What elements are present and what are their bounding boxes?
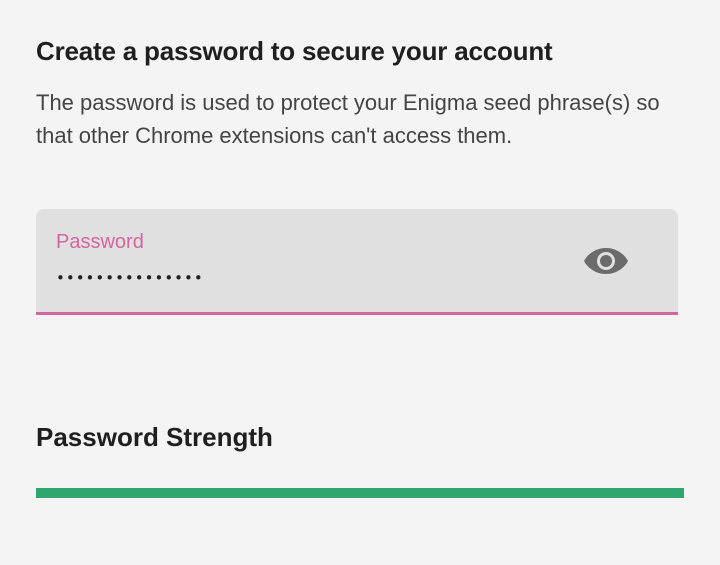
password-strength-fill [36, 488, 684, 498]
toggle-password-visibility-button[interactable] [580, 237, 632, 285]
create-password-page: Create a password to secure your account… [0, 0, 720, 565]
password-field[interactable]: Password [36, 209, 678, 315]
password-label: Password [56, 231, 144, 253]
password-strength-meter [36, 488, 684, 498]
password-input[interactable] [56, 263, 576, 293]
password-strength-heading: Password Strength [36, 422, 273, 452]
page-description: The password is used to protect your Eni… [36, 90, 660, 148]
eye-icon [584, 248, 628, 274]
page-title: Create a password to secure your account [36, 36, 553, 66]
